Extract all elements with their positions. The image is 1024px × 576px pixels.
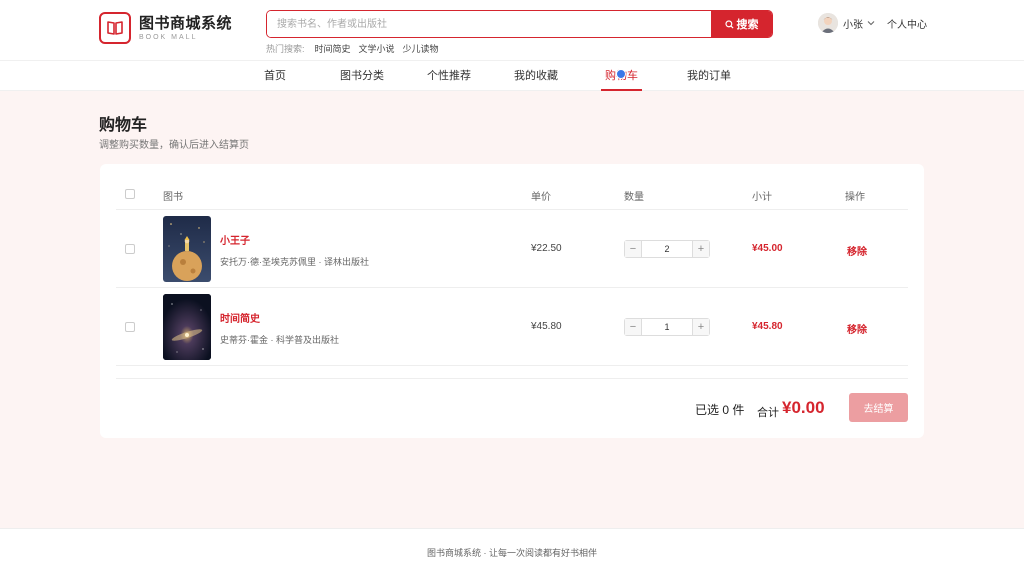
hot-search-item[interactable]: 文学小说 xyxy=(359,42,395,55)
decrease-button[interactable]: − xyxy=(625,241,642,257)
chevron-down-icon[interactable] xyxy=(867,20,875,26)
unit-price: ¥22.50 xyxy=(531,243,562,254)
search-input[interactable] xyxy=(267,11,711,37)
row-subtotal: ¥45.80 xyxy=(752,321,783,332)
main-nav: 首页 图书分类 个性推荐 我的收藏 购物车 我的订单 xyxy=(0,60,1024,91)
main-content: 购物车 调整购买数量，确认后进入结算页 图书 单价 数量 小计 操作 小王子 安… xyxy=(0,91,1024,528)
book-meta: 安托万·德·圣埃克苏佩里 · 译林出版社 xyxy=(220,257,369,267)
unit-price: ¥45.80 xyxy=(531,321,562,332)
checkout-button[interactable]: 去结算 xyxy=(849,393,908,422)
header: 图书商城系统 BOOK MALL 搜索 热门搜索: 时间简史 文学小说 少儿读物 xyxy=(0,0,1024,60)
nav-home[interactable]: 首页 xyxy=(264,61,286,91)
footer: 图书商城系统 · 让每一次阅读都有好书相伴 xyxy=(0,528,1024,576)
header-book: 图书 xyxy=(163,192,183,203)
hot-search-label: 热门搜索: xyxy=(266,44,305,54)
increase-button[interactable]: + xyxy=(692,319,709,335)
table-row: 时间简史 史蒂芬·霍金 · 科学普及出版社 ¥45.80 − + ¥45.80 … xyxy=(116,288,908,366)
header-qty: 数量 xyxy=(624,192,644,203)
brand-title: 图书商城系统 xyxy=(139,15,233,32)
user-center-link[interactable]: 个人中心 xyxy=(887,16,927,31)
quantity-input[interactable] xyxy=(642,319,692,335)
book-title[interactable]: 小王子 xyxy=(220,232,250,247)
total-label: 合计 xyxy=(757,407,779,419)
header-subtotal: 小计 xyxy=(752,192,772,203)
header-price: 单价 xyxy=(531,192,551,203)
book-cover-image[interactable] xyxy=(163,216,211,282)
user-name[interactable]: 小张 xyxy=(843,16,863,31)
quantity-input[interactable] xyxy=(642,241,692,257)
quantity-stepper: − + xyxy=(624,240,710,258)
cart-card: 图书 单价 数量 小计 操作 小王子 安托万·德·圣埃克苏佩里 · 译林出版社 … xyxy=(100,164,924,438)
table-header: 图书 单价 数量 小计 操作 xyxy=(116,178,908,210)
row-subtotal: ¥45.00 xyxy=(752,243,783,254)
selected-count: 已选 0 件 xyxy=(695,403,745,417)
logo[interactable]: 图书商城系统 BOOK MALL xyxy=(99,12,232,44)
divider xyxy=(116,378,908,379)
hot-search-item[interactable]: 时间简史 xyxy=(315,42,351,55)
hot-searches: 热门搜索: 时间简史 文学小说 少儿读物 xyxy=(266,42,773,55)
user-menu: 小张 个人中心 xyxy=(818,13,927,33)
search-bar: 搜索 xyxy=(266,10,773,38)
header-action: 操作 xyxy=(845,192,865,203)
nav-categories[interactable]: 图书分类 xyxy=(340,61,384,91)
total-amount: ¥0.00 xyxy=(782,398,825,417)
avatar[interactable] xyxy=(818,13,838,33)
decrease-button[interactable]: − xyxy=(625,319,642,335)
brand-subtitle: BOOK MALL xyxy=(139,34,198,41)
search-button-label: 搜索 xyxy=(736,19,759,31)
quantity-stepper: − + xyxy=(624,318,710,336)
nav-recommend[interactable]: 个性推荐 xyxy=(427,61,471,91)
cursor-indicator xyxy=(616,69,626,79)
page-title: 购物车 xyxy=(99,117,148,134)
book-cover-image[interactable] xyxy=(163,294,211,360)
book-logo-icon xyxy=(99,12,131,44)
row-checkbox[interactable] xyxy=(125,322,135,332)
hot-search-item[interactable]: 少儿读物 xyxy=(403,42,439,55)
remove-button[interactable]: 移除 xyxy=(847,321,867,336)
table-row: 小王子 安托万·德·圣埃克苏佩里 · 译林出版社 ¥22.50 − + ¥45.… xyxy=(116,210,908,288)
nav-orders[interactable]: 我的订单 xyxy=(687,61,731,91)
book-title[interactable]: 时间简史 xyxy=(220,310,260,325)
row-checkbox[interactable] xyxy=(125,244,135,254)
search-button[interactable]: 搜索 xyxy=(711,11,772,37)
page-subtitle: 调整购买数量，确认后进入结算页 xyxy=(99,140,249,151)
search-area: 搜索 热门搜索: 时间简史 文学小说 少儿读物 xyxy=(266,10,773,55)
increase-button[interactable]: + xyxy=(692,241,709,257)
remove-button[interactable]: 移除 xyxy=(847,243,867,258)
search-icon xyxy=(724,19,734,29)
book-meta: 史蒂芬·霍金 · 科学普及出版社 xyxy=(220,335,339,345)
nav-favorites[interactable]: 我的收藏 xyxy=(514,61,558,91)
select-all-checkbox[interactable] xyxy=(125,189,135,199)
